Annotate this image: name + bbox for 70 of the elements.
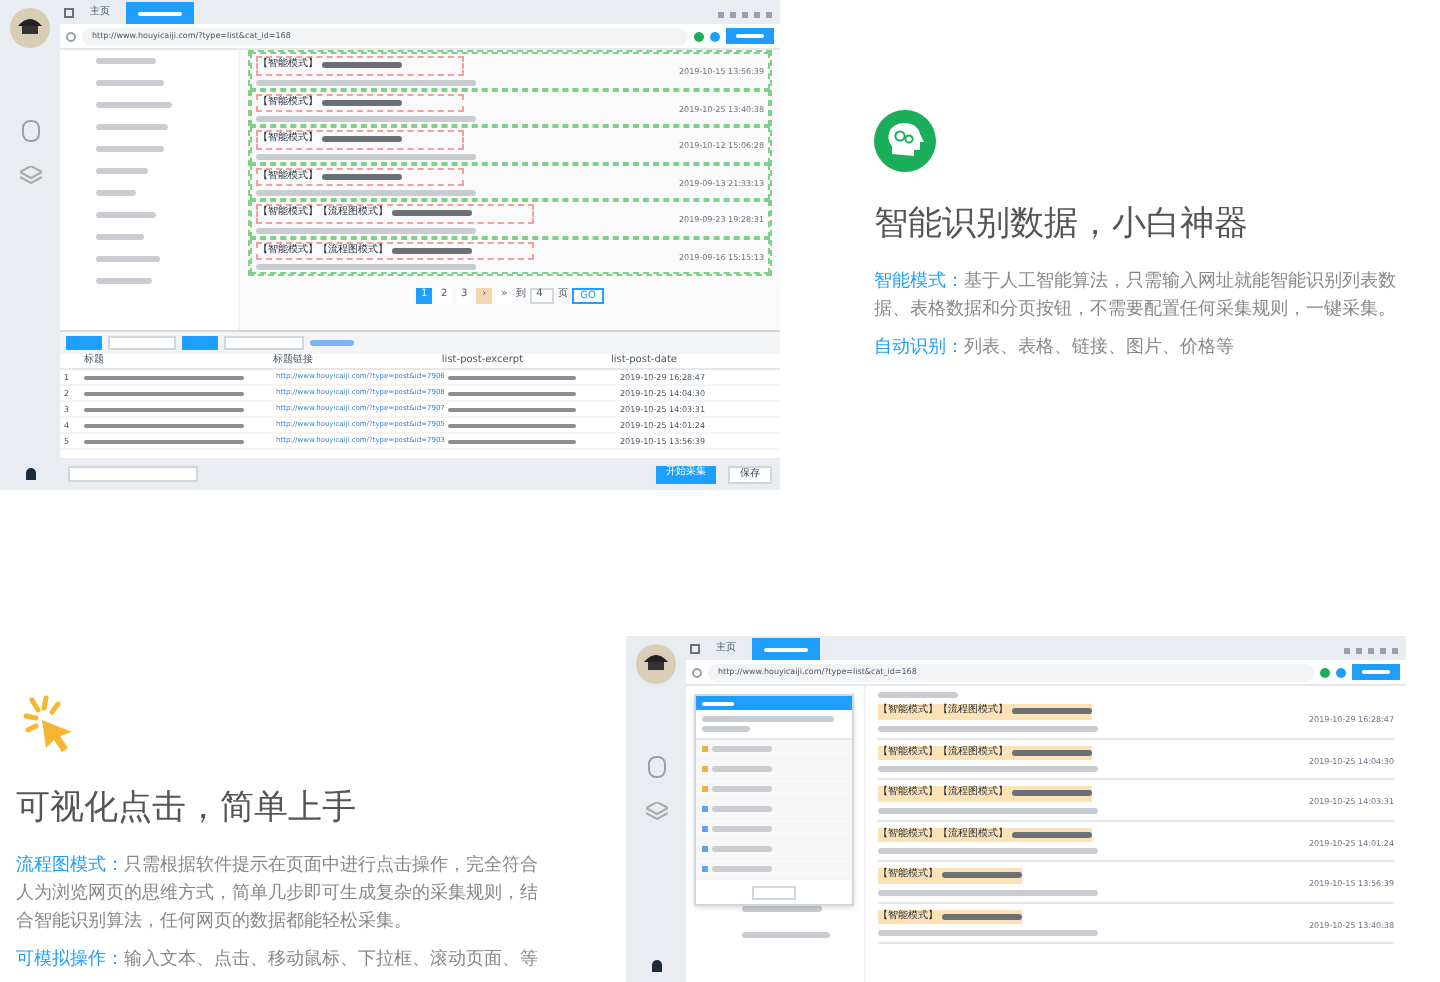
info-icon[interactable]: [1336, 667, 1346, 677]
blurred-line: [712, 866, 772, 872]
mode-dropdown[interactable]: [108, 336, 176, 350]
blurred-line: [448, 391, 576, 395]
browser-tab[interactable]: [752, 638, 820, 660]
feature-description: 自动识别：列表、表格、链接、图片、价格等: [874, 335, 1236, 361]
blurred-line: [712, 786, 772, 792]
blurred-line: [310, 340, 354, 346]
blurred-line: [1362, 670, 1390, 674]
feature-description: 流程图模式：只需根据软件提示在页面中进行点击操作，完全符合人为浏览网页的思维方式，简单几步即可生成复杂的采集规则，结合智能识别算法，任何网页的数据都能轻松采集。: [16, 853, 540, 935]
blurred-line: [942, 872, 1022, 879]
layers-icon[interactable]: [645, 802, 667, 820]
blurred-line: [96, 256, 160, 262]
blurred-line: [322, 173, 402, 180]
blurred-line: [96, 146, 164, 152]
menu-button[interactable]: [726, 28, 774, 44]
blurred-line: [96, 168, 148, 174]
info-icon[interactable]: [710, 31, 720, 41]
blurred-line: [392, 210, 472, 217]
blurred-line: [736, 34, 764, 38]
blurred-line: [712, 806, 772, 812]
cancel-button[interactable]: [752, 885, 796, 899]
feature-title: 智能识别数据，小白神器: [874, 202, 1250, 248]
feature-description: 可模拟操作：输入文本、点击、移动鼠标、下拉框、滚动页面、等: [16, 947, 540, 973]
blurred-line: [764, 647, 808, 651]
feature-title: 可视化点击，简单上手: [16, 786, 358, 832]
blurred-line: [712, 846, 772, 852]
blurred-line: [448, 439, 576, 443]
blurred-line: [942, 913, 1022, 920]
blurred-line: [712, 746, 772, 752]
blurred-line: [96, 102, 172, 108]
feature-description: 智能模式：基于人工智能算法，只需输入网址就能智能识别列表数据、表格数据和分页按钮，不需要配置任何采集规则，一键采集。: [874, 269, 1398, 323]
menu-button[interactable]: [1352, 664, 1400, 680]
blurred-line: [96, 58, 156, 64]
brain-head-icon: [874, 110, 936, 172]
blurred-line: [96, 278, 152, 284]
blurred-line: [96, 234, 144, 240]
blurred-line: [1012, 749, 1092, 756]
layers-icon[interactable]: [19, 166, 41, 184]
blurred-line: [712, 826, 772, 832]
extension-icon[interactable]: [1320, 667, 1330, 677]
blurred-line: [1012, 708, 1092, 715]
blurred-line: [322, 136, 402, 143]
extension-icon[interactable]: [694, 31, 704, 41]
blurred-line: [448, 375, 576, 379]
blurred-line: [702, 726, 750, 732]
browser-tab[interactable]: [126, 2, 194, 24]
range-dropdown[interactable]: [224, 336, 304, 350]
blurred-line: [448, 407, 576, 411]
status-chip: [68, 466, 198, 482]
refresh-icon[interactable]: [66, 31, 76, 41]
blurred-line: [448, 423, 576, 427]
blurred-line: [1012, 831, 1092, 838]
blurred-line: [96, 124, 168, 130]
blurred-line: [392, 247, 472, 254]
refresh-icon[interactable]: [692, 667, 702, 677]
avatar-icon[interactable]: [10, 8, 50, 48]
blurred-line: [742, 932, 830, 938]
blurred-line: [712, 766, 772, 772]
blurred-line: [322, 62, 402, 69]
blurred-line: [322, 99, 402, 106]
blurred-line: [96, 80, 164, 86]
blurred-line: [702, 716, 834, 722]
blurred-line: [96, 190, 136, 196]
blurred-line: [96, 212, 156, 218]
blurred-line: [138, 11, 182, 15]
blurred-line: [1012, 790, 1092, 797]
blurred-line: [878, 692, 958, 698]
blurred-line: [702, 701, 734, 705]
avatar-icon[interactable]: [636, 644, 676, 684]
